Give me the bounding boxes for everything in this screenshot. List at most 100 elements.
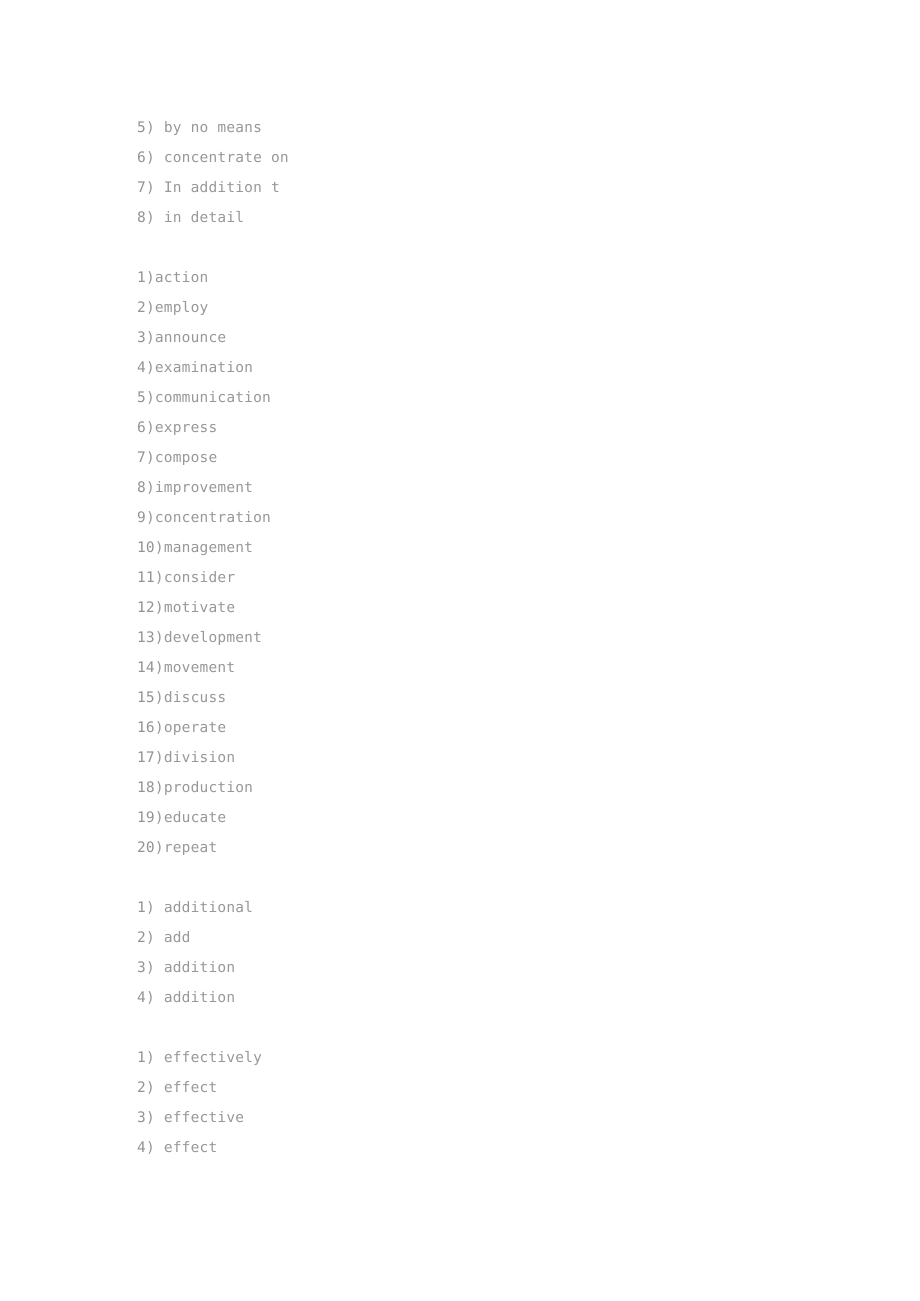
- answer-text: management: [163, 540, 254, 556]
- answer-number: 15: [137, 690, 155, 706]
- answer-separator: ): [145, 990, 164, 1006]
- answer-text: repeat: [163, 840, 218, 856]
- answer-text: addition: [163, 990, 236, 1006]
- answer-text: movement: [163, 660, 236, 676]
- answer-line: 7)compose: [137, 443, 837, 473]
- answer-line: 9)concentration: [137, 503, 837, 533]
- answer-separator: ): [154, 540, 164, 556]
- answer-line: 19)educate: [137, 803, 837, 833]
- answer-line: 6) concentrate on: [137, 143, 837, 173]
- answer-line: 17)division: [137, 743, 837, 773]
- answer-text: In addition t: [163, 180, 280, 196]
- answer-number: 5: [137, 390, 146, 406]
- answer-number: 2: [137, 1080, 146, 1096]
- answer-line: 3)announce: [137, 323, 837, 353]
- answer-text: motivate: [163, 600, 236, 616]
- answer-number: 19: [137, 810, 155, 826]
- answer-number: 10: [137, 540, 155, 556]
- answer-line: 6)express: [137, 413, 837, 443]
- answer-text: employ: [154, 300, 209, 316]
- answer-separator: ): [145, 480, 155, 496]
- answer-number: 11: [137, 570, 155, 586]
- answer-number: 8: [137, 210, 146, 226]
- answer-separator: ): [145, 150, 164, 166]
- answer-separator: ): [154, 690, 164, 706]
- answer-separator: ): [145, 390, 155, 406]
- answer-text: addition: [163, 960, 236, 976]
- answer-separator: ): [145, 510, 155, 526]
- answer-number: 1: [137, 270, 146, 286]
- answer-text: operate: [163, 720, 227, 736]
- answer-separator: ): [145, 180, 164, 196]
- answer-line: 7) In addition t: [137, 173, 837, 203]
- answer-separator: ): [154, 720, 164, 736]
- answer-line: 3) effective: [137, 1103, 837, 1133]
- answer-line: 15)discuss: [137, 683, 837, 713]
- answer-number: 1: [137, 1050, 146, 1066]
- answer-text: additional: [163, 900, 254, 916]
- answer-number: 12: [137, 600, 155, 616]
- answer-text: effective: [163, 1110, 245, 1126]
- answer-number: 7: [137, 180, 146, 196]
- answer-separator: ): [154, 750, 164, 766]
- answer-separator: ): [154, 840, 164, 856]
- answer-separator: ): [145, 1140, 164, 1156]
- answer-separator: ): [145, 330, 155, 346]
- answer-line: 4)examination: [137, 353, 837, 383]
- answer-text: compose: [154, 450, 218, 466]
- answer-separator: ): [154, 780, 164, 796]
- answer-key-content: 5) by no means 6) concentrate on 7) In add…: [137, 113, 837, 1163]
- answer-line: 4) effect: [137, 1133, 837, 1163]
- answer-line: 8) in detail: [137, 203, 837, 233]
- answer-text: discuss: [163, 690, 227, 706]
- answer-line: 10)management: [137, 533, 837, 563]
- answer-line: 3) addition: [137, 953, 837, 983]
- answer-line: 16)operate: [137, 713, 837, 743]
- answer-separator: ): [145, 420, 155, 436]
- answer-number: 4: [137, 990, 146, 1006]
- answer-separator: ): [145, 1080, 164, 1096]
- answer-separator: ): [145, 930, 164, 946]
- answer-line: 18)production: [137, 773, 837, 803]
- answer-separator: ): [154, 600, 164, 616]
- answer-number: 5: [137, 120, 146, 136]
- answer-text: effect: [163, 1080, 218, 1096]
- answer-text: concentration: [154, 510, 271, 526]
- answer-line: 4) addition: [137, 983, 837, 1013]
- answer-separator: ): [154, 660, 164, 676]
- answer-number: 4: [137, 1140, 146, 1156]
- answer-number: 2: [137, 930, 146, 946]
- answer-number: 7: [137, 450, 146, 466]
- answer-line: 12)motivate: [137, 593, 837, 623]
- answer-text: add: [163, 930, 191, 946]
- document-page: 5) by no means 6) concentrate on 7) In add…: [0, 0, 920, 1301]
- answer-text: consider: [163, 570, 236, 586]
- answer-number: 4: [137, 360, 146, 376]
- answer-separator: ): [145, 300, 155, 316]
- answer-text: examination: [154, 360, 254, 376]
- answer-separator: ): [154, 570, 164, 586]
- answer-number: 9: [137, 510, 146, 526]
- answer-line: 2) effect: [137, 1073, 837, 1103]
- answer-text: effect: [163, 1140, 218, 1156]
- answer-number: 3: [137, 960, 146, 976]
- answer-line: 2)employ: [137, 293, 837, 323]
- answer-text: express: [154, 420, 218, 436]
- answer-text: concentrate on: [163, 150, 289, 166]
- answer-number: 20: [137, 840, 155, 856]
- answer-line: 8)improvement: [137, 473, 837, 503]
- answer-number: 13: [137, 630, 155, 646]
- answer-block-phrases: 5) by no means 6) concentrate on 7) In add…: [137, 113, 837, 233]
- answer-number: 16: [137, 720, 155, 736]
- answer-text: announce: [154, 330, 227, 346]
- answer-separator: ): [145, 1050, 164, 1066]
- answer-separator: ): [145, 360, 155, 376]
- answer-line: 5)communication: [137, 383, 837, 413]
- answer-number: 18: [137, 780, 155, 796]
- answer-text: improvement: [154, 480, 254, 496]
- answer-number: 3: [137, 330, 146, 346]
- answer-number: 17: [137, 750, 155, 766]
- answer-separator: ): [145, 960, 164, 976]
- answer-separator: ): [154, 810, 164, 826]
- answer-line: 11)consider: [137, 563, 837, 593]
